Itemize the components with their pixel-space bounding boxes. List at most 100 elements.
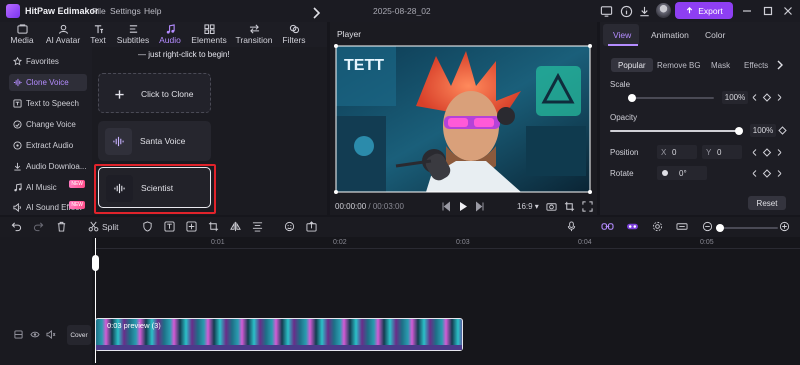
chevron-right-icon[interactable] xyxy=(311,6,321,20)
scale-value[interactable]: 100% xyxy=(722,91,748,104)
tab-subtitles-label: Subtitles xyxy=(116,35,150,45)
reset-button[interactable]: Reset xyxy=(748,196,786,210)
crop-handles[interactable] xyxy=(334,44,592,194)
waveform-icon xyxy=(113,136,124,147)
change-voice-icon xyxy=(13,120,22,129)
info-icon[interactable] xyxy=(620,5,633,18)
eye-icon[interactable] xyxy=(30,330,40,339)
tab-media[interactable]: Media xyxy=(9,22,35,47)
opacity-slider[interactable] xyxy=(610,130,738,132)
chevron-right-icon[interactable] xyxy=(776,60,784,70)
settings-icon[interactable] xyxy=(652,221,663,232)
ruler-mark: 0:02 xyxy=(333,239,347,246)
player-title: Player xyxy=(337,29,362,39)
next-frame-icon[interactable] xyxy=(475,201,485,212)
redo-icon[interactable] xyxy=(33,221,44,232)
clone-card-label: Click to Clone xyxy=(141,89,194,99)
star-icon xyxy=(13,57,22,66)
subtab-mask[interactable]: Mask xyxy=(704,58,737,72)
subtab-popular[interactable]: Popular xyxy=(611,58,653,72)
zoom-slider[interactable] xyxy=(716,227,778,229)
sidebar-item-change-voice[interactable]: Change Voice xyxy=(9,116,87,133)
selection-highlight xyxy=(94,164,216,214)
close-icon[interactable] xyxy=(782,5,794,17)
zoom-slider-handle[interactable] xyxy=(716,224,724,232)
sidebar-item-favorites[interactable]: Favorites xyxy=(9,53,87,70)
monitor-icon[interactable] xyxy=(600,5,613,18)
tab-animation[interactable]: Animation xyxy=(651,30,689,40)
download-icon[interactable] xyxy=(638,5,651,18)
text-to-speech-icon xyxy=(13,99,22,108)
active-tab-indicator xyxy=(608,44,638,46)
keyframe-controls[interactable] xyxy=(751,148,783,157)
tab-ai-avatar[interactable]: AI Avatar xyxy=(43,22,83,47)
cover-button[interactable]: Cover xyxy=(67,325,91,345)
export-clip-icon[interactable] xyxy=(306,221,317,232)
avatar[interactable] xyxy=(656,3,671,18)
camera-icon[interactable] xyxy=(546,201,557,212)
play-icon[interactable] xyxy=(458,201,468,212)
playhead-handle[interactable] xyxy=(92,255,99,271)
minimize-icon[interactable] xyxy=(741,5,753,17)
microphone-icon[interactable] xyxy=(566,221,577,232)
aspect-ratio-select[interactable]: 16:9 ▾ xyxy=(517,202,539,211)
export-button[interactable]: Export xyxy=(675,2,733,19)
face-detect-icon[interactable] xyxy=(284,221,295,232)
tab-view[interactable]: View xyxy=(613,30,631,40)
previous-frame-icon[interactable] xyxy=(441,201,451,212)
crop-tool-icon[interactable] xyxy=(208,221,219,232)
sidebar-item-ai-sound-effect[interactable]: AI Sound Effect NEW xyxy=(9,200,87,215)
menu-help[interactable]: Help xyxy=(144,6,161,16)
delete-icon[interactable] xyxy=(56,221,67,232)
voice-card-santa[interactable]: Santa Voice xyxy=(98,121,211,161)
keyframe-controls[interactable] xyxy=(751,93,783,102)
undo-icon[interactable] xyxy=(11,221,22,232)
tab-audio[interactable]: Audio xyxy=(158,22,182,47)
sidebar-item-extract-audio[interactable]: Extract Audio xyxy=(9,137,87,154)
mirror-icon[interactable] xyxy=(230,221,241,232)
sidebar-item-clone-voice[interactable]: Clone Voice xyxy=(9,74,87,91)
tab-color[interactable]: Color xyxy=(705,30,725,40)
split-label[interactable]: Split xyxy=(102,222,119,232)
sidebar-item-audio-download[interactable]: Audio Downloa... xyxy=(9,158,87,175)
shield-icon[interactable] xyxy=(142,221,153,232)
fullscreen-icon[interactable] xyxy=(582,201,593,212)
zoom-out-icon[interactable] xyxy=(702,221,713,232)
maximize-icon[interactable] xyxy=(762,5,774,17)
zoom-in-icon[interactable] xyxy=(779,221,790,232)
tab-transition[interactable]: Transition xyxy=(235,22,273,47)
fit-timeline-icon[interactable] xyxy=(676,221,688,232)
mute-icon[interactable] xyxy=(46,330,56,339)
scale-slider[interactable] xyxy=(628,97,714,99)
sidebar-item-label: AI Music xyxy=(26,183,57,192)
current-time: 00:00:00 xyxy=(335,202,367,211)
keyframe-icon[interactable] xyxy=(778,126,787,135)
opacity-slider-handle[interactable] xyxy=(735,127,743,135)
clone-voice-card[interactable]: Click to Clone xyxy=(98,73,211,113)
track-icon[interactable] xyxy=(14,330,23,339)
scissors-icon[interactable] xyxy=(88,221,99,232)
magnet-icon[interactable] xyxy=(626,221,639,232)
tab-elements[interactable]: Elements xyxy=(191,22,227,47)
menu-settings[interactable]: Settings xyxy=(110,6,141,16)
opacity-value[interactable]: 100% xyxy=(750,124,776,137)
tab-subtitles[interactable]: Subtitles xyxy=(116,22,150,47)
link-icon[interactable] xyxy=(601,221,614,232)
subtab-remove-bg[interactable]: Remove BG xyxy=(650,58,708,72)
hint-text: — just right-click to begin! xyxy=(138,50,230,59)
align-icon[interactable] xyxy=(252,221,263,232)
tab-transition-label: Transition xyxy=(235,35,273,45)
keyframe-controls[interactable] xyxy=(751,169,783,178)
sidebar-item-text-to-speech[interactable]: Text to Speech xyxy=(9,95,87,112)
menu-file[interactable]: File xyxy=(92,6,106,16)
tab-filters[interactable]: Filters xyxy=(281,22,307,47)
aspect-ratio-value: 16:9 xyxy=(517,202,533,211)
sidebar-item-ai-music[interactable]: AI Music NEW xyxy=(9,179,87,196)
freeze-frame-icon[interactable] xyxy=(186,221,197,232)
sidebar-item-label: Extract Audio xyxy=(26,141,74,150)
scale-slider-handle[interactable] xyxy=(628,94,636,102)
tab-text[interactable]: Text xyxy=(88,22,108,47)
crop-icon[interactable] xyxy=(564,201,575,212)
subtab-effects[interactable]: Effects xyxy=(737,58,775,72)
text-tool-icon[interactable] xyxy=(164,221,175,232)
